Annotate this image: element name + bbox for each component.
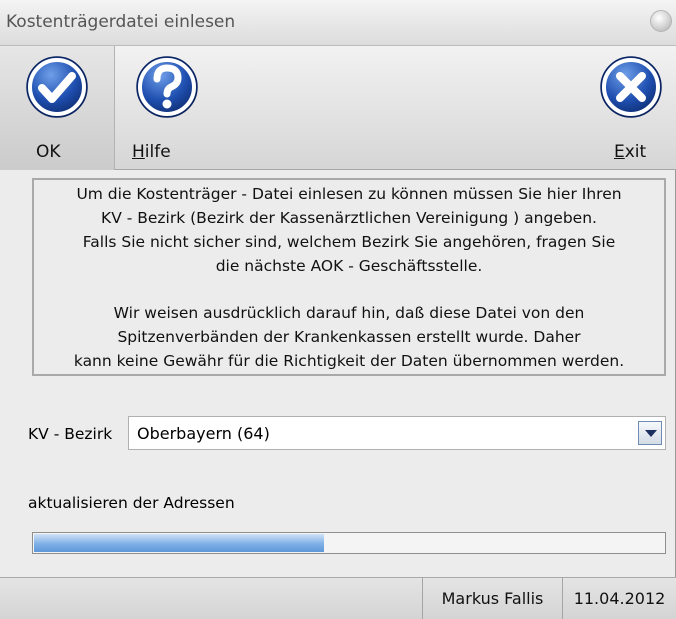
info-line: Um die Kostenträger - Datei einlesen zu … (76, 185, 622, 203)
status-user: Markus Fallis (422, 578, 562, 619)
kv-bezirk-value: Oberbayern (64) (137, 424, 270, 443)
status-date: 11.04.2012 (562, 578, 676, 619)
chevron-down-icon[interactable] (638, 421, 662, 445)
exit-button[interactable]: Exit (576, 46, 674, 170)
info-line: KV - Bezirk (Bezirk der Kassenärztlichen… (101, 209, 597, 227)
window-title: Kostenträgerdatei einlesen (6, 12, 236, 32)
info-line: Wir weisen ausdrücklich darauf hin, daß … (113, 304, 585, 322)
kv-bezirk-select[interactable]: Oberbayern (64) (128, 416, 666, 450)
info-line: kann keine Gewähr für die Richtigkeit de… (73, 352, 625, 370)
title-bar: Kostenträgerdatei einlesen (0, 0, 676, 46)
dialog-window: Kostenträgerdatei einlesen OK Hilfe Exit… (0, 0, 676, 619)
progress-fill (34, 534, 324, 552)
info-box: Um die Kostenträger - Datei einlesen zu … (32, 178, 666, 376)
window-orb-button[interactable] (650, 10, 672, 32)
ok-button[interactable]: OK (0, 46, 115, 170)
kv-bezirk-label: KV - Bezirk (28, 425, 113, 443)
exit-label: Exit (614, 142, 647, 162)
close-icon (600, 56, 662, 118)
info-line: Falls Sie nicht sicher sind, welchem Bez… (82, 233, 616, 251)
help-button[interactable]: Hilfe (120, 46, 220, 170)
toolbar: OK Hilfe Exit (0, 46, 676, 170)
info-line: die nächste AOK - Geschäftsstelle. (215, 257, 483, 275)
ok-label: OK (36, 142, 61, 162)
status-bar: Markus Fallis 11.04.2012 (0, 577, 676, 619)
progress-bar (32, 532, 666, 554)
checkmark-icon (26, 56, 88, 118)
help-label: Hilfe (132, 142, 171, 162)
question-icon (136, 56, 198, 118)
progress-label: aktualisieren der Adressen (28, 494, 235, 512)
info-line: Spitzenverbänden der Krankenkassen erste… (117, 328, 581, 346)
